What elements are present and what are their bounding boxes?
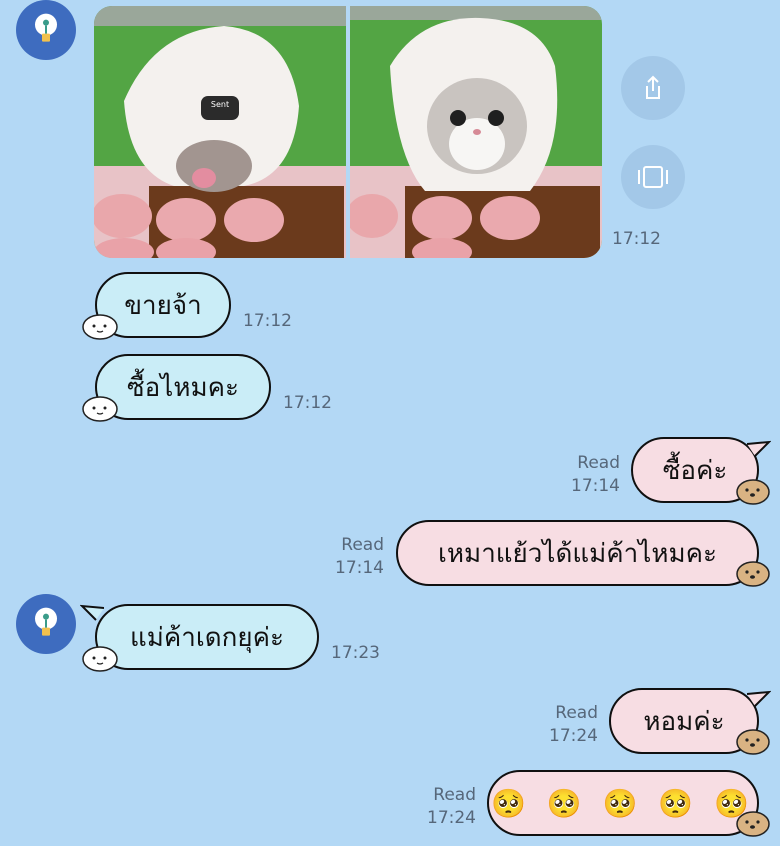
chat-photo-1[interactable]: Sent [94,6,346,258]
share-button[interactable] [621,56,685,120]
puppy-sticker-icon [736,811,770,837]
share-icon [646,75,660,99]
bubble-tail [747,440,771,457]
sent-overlay-label: Sent [210,100,230,109]
gallery-button[interactable] [621,145,685,209]
read-receipt: Read 17:14 [560,452,620,498]
read-status: Read [555,703,598,723]
read-receipt: Read 17:24 [536,702,598,748]
message-time: 17:23 [331,643,380,663]
sheep-sticker-icon [82,396,118,422]
contact-avatar[interactable] [16,0,76,60]
lightbulb-icon [35,13,57,42]
message-time: 17:24 [427,808,476,828]
message-time: 17:24 [549,726,598,746]
sheep-sticker-icon [82,314,118,340]
message-time: 17:12 [283,393,332,413]
message-text: หอมค่ะ [643,706,725,737]
bubble-tail [747,690,771,707]
puppy-sticker-icon [736,561,770,587]
read-receipt: Read 17:14 [322,534,384,580]
message-time: 17:14 [571,476,620,496]
message-text: ซื้อค่ะ [662,455,728,486]
read-status: Read [341,535,384,555]
puppy-sticker-icon [736,479,770,505]
message-time: 17:12 [243,311,292,331]
incoming-message-bubble[interactable]: ซื้อไหมคะ [95,354,271,420]
outgoing-message-bubble[interactable]: เหมาแย้วได้แม่ค้าไหมคะ [396,520,759,586]
message-time: 17:14 [335,558,384,578]
gallery-icon [638,166,668,188]
puppy-sticker-icon [736,729,770,755]
lightbulb-icon [35,607,57,636]
message-time: 17:12 [612,229,661,249]
message-text: ขายจ้า [124,290,202,321]
chat-photo-2[interactable] [350,6,602,258]
read-status: Read [577,453,620,473]
incoming-message-bubble[interactable]: แม่ค้าเดกยุค่ะ [95,604,319,670]
read-status: Read [433,785,476,805]
outgoing-message-bubble[interactable]: 🥺 🥺 🥺 🥺 🥺 [487,770,759,836]
message-text: เหมาแย้วได้แม่ค้าไหมคะ [438,538,717,569]
read-receipt: Read 17:24 [414,784,476,830]
message-text: ซื้อไหมคะ [127,372,239,403]
contact-avatar[interactable] [16,594,76,654]
sheep-sticker-icon [82,646,118,672]
message-text: 🥺 🥺 🥺 🥺 🥺 [491,786,755,820]
message-text: แม่ค้าเดกยุค่ะ [130,622,284,653]
